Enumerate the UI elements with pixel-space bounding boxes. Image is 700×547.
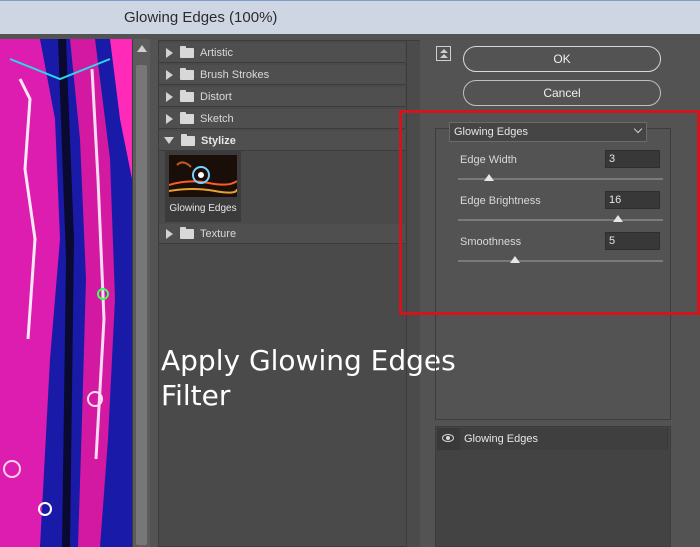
folder-icon [180,89,194,102]
folder-icon [180,111,194,124]
category-texture[interactable]: Texture [159,224,405,244]
filter-category-list: Artistic Brush Strokes Distort Sketch St… [158,40,420,547]
folder-icon [180,226,194,239]
scrollbar-thumb[interactable] [136,65,147,545]
highlight-annotation-box [399,110,700,315]
category-label: Stylize [201,134,236,147]
preview-scrollbar[interactable] [132,39,150,547]
window-title: Glowing Edges (100%) [124,9,278,26]
caption-line-2: Filter [161,379,231,412]
expand-arrow-icon[interactable] [166,47,173,58]
ok-button[interactable]: OK [463,46,661,72]
cancel-button[interactable]: Cancel [463,80,661,106]
collapse-gallery-button[interactable] [436,46,451,61]
expand-arrow-icon[interactable] [166,228,173,239]
collapse-arrow-icon[interactable] [164,137,174,144]
expand-arrow-icon[interactable] [166,113,173,124]
caption-line-1: Apply Glowing Edges [161,344,456,377]
scroll-up-icon[interactable] [137,45,147,52]
effect-layer-name[interactable]: Glowing Edges [460,428,667,450]
category-label: Distort [200,90,232,103]
folder-open-icon [181,133,195,146]
category-artistic[interactable]: Artistic [159,43,405,63]
category-sketch[interactable]: Sketch [159,109,405,129]
category-stylize[interactable]: Stylize [159,131,405,151]
title-bar: Glowing Edges (100%) [0,0,700,34]
thumbnail-label: Glowing Edges [169,203,237,214]
glowing-edges-preview [0,39,132,547]
folder-icon [180,45,194,58]
category-label: Brush Strokes [200,68,270,81]
category-label: Sketch [200,112,234,125]
thumbnail-graphic [168,155,238,197]
expand-arrow-icon[interactable] [166,91,173,102]
visibility-eye-icon[interactable] [442,434,454,442]
overlay-caption: Apply Glowing Edges Filter [161,343,456,413]
category-brush-strokes[interactable]: Brush Strokes [159,65,405,85]
expand-arrow-icon[interactable] [166,69,173,80]
folder-icon [180,67,194,80]
thumbnail-image [168,155,238,197]
filter-thumbnail-glowing-edges[interactable]: Glowing Edges [165,151,241,222]
preview-image[interactable] [0,39,132,547]
category-distort[interactable]: Distort [159,87,405,107]
category-label: Texture [200,227,237,240]
category-label: Artistic [200,46,233,59]
